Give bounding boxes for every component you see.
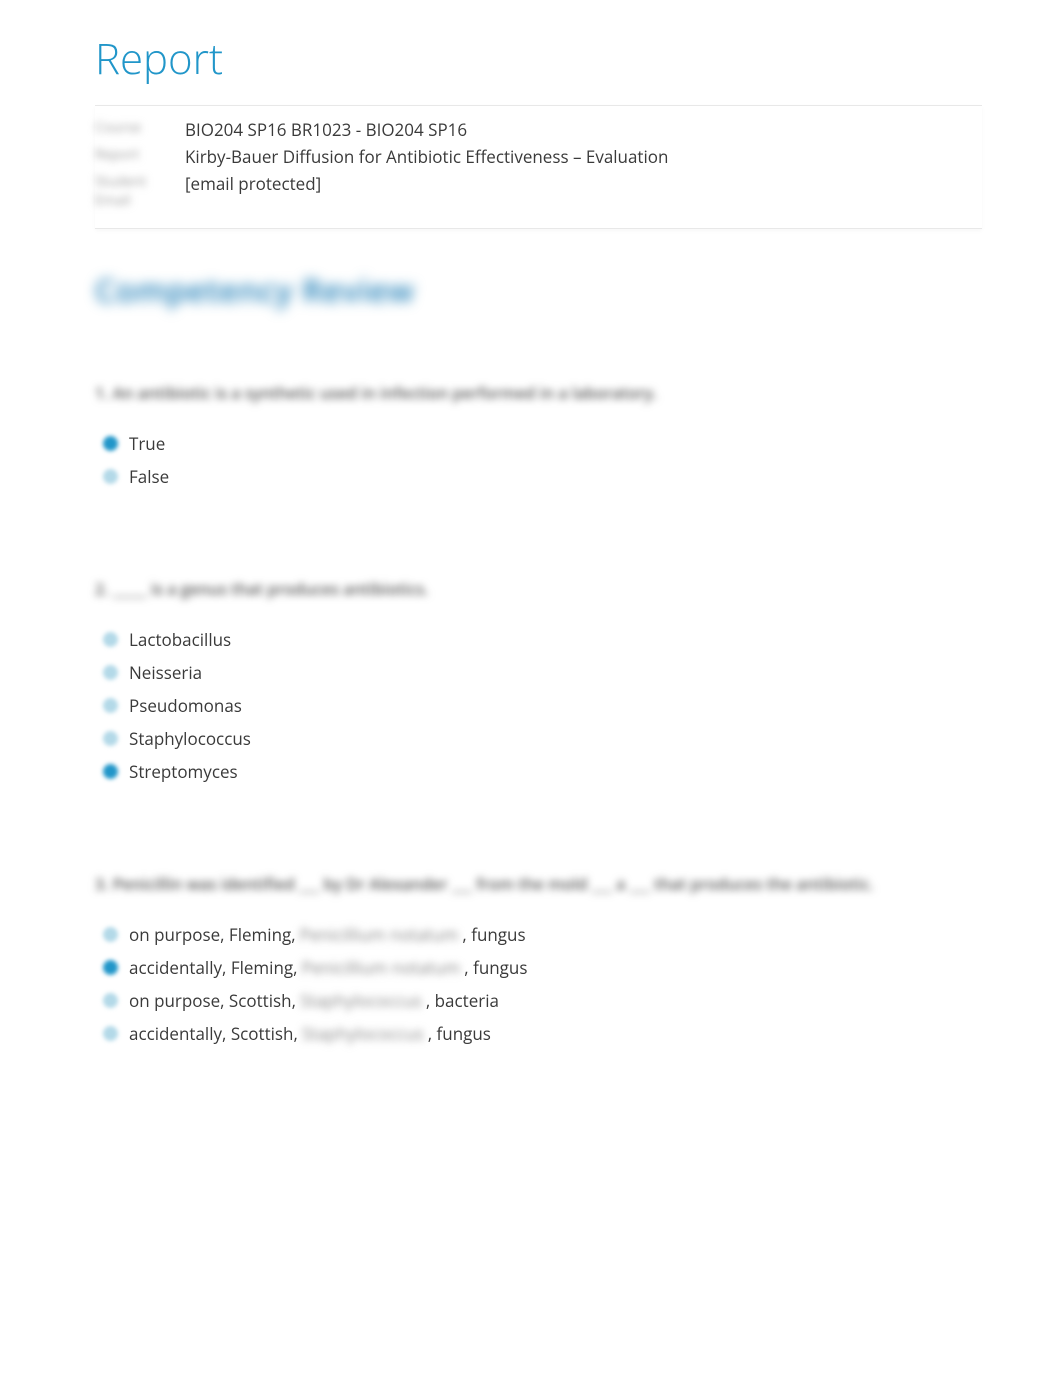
option-part: on purpose, Fleming, xyxy=(129,923,296,946)
options-list: True False xyxy=(95,432,982,488)
question-prompt: 1. An antibiotic is a synthetic used in … xyxy=(95,382,982,404)
option-row[interactable]: True xyxy=(103,432,982,455)
question-prompt: 3. Penicillin was identified ___ by Dr A… xyxy=(95,873,982,895)
radio-icon xyxy=(103,632,118,647)
option-part: on purpose, Scottish, xyxy=(129,989,296,1012)
option-blurred-part: Penicillium notatum xyxy=(300,923,459,946)
question-block-1: 1. An antibiotic is a synthetic used in … xyxy=(95,382,982,488)
option-row[interactable]: False xyxy=(103,465,982,488)
option-part: accidentally, Scottish, xyxy=(129,1022,298,1045)
info-row-email: Student Email [email protected] xyxy=(95,172,982,210)
option-part: , fungus xyxy=(464,956,527,979)
option-part: , bacteria xyxy=(426,989,499,1012)
option-label: Streptomyces xyxy=(129,760,238,783)
option-row[interactable]: on purpose, Scottish, Staphylococcus , b… xyxy=(103,989,982,1012)
course-value: BIO204 SP16 BR1023 - BIO204 SP16 xyxy=(185,118,467,141)
option-label: True xyxy=(129,432,165,455)
radio-icon xyxy=(103,436,118,451)
question-block-3: 3. Penicillin was identified ___ by Dr A… xyxy=(95,873,982,1045)
info-label: Report xyxy=(95,145,185,168)
option-part: accidentally, Fleming, xyxy=(129,956,298,979)
radio-icon xyxy=(103,469,118,484)
option-row[interactable]: accidentally, Scottish, Staphylococcus ,… xyxy=(103,1022,982,1045)
option-label: Neisseria xyxy=(129,661,202,684)
option-part: , fungus xyxy=(428,1022,491,1045)
radio-icon xyxy=(103,731,118,746)
option-blurred-part: Penicillium notatum xyxy=(302,956,461,979)
option-row[interactable]: Pseudomonas xyxy=(103,694,982,717)
header-info-block: Course BIO204 SP16 BR1023 - BIO204 SP16 … xyxy=(95,105,982,229)
option-label: accidentally, Fleming, Penicillium notat… xyxy=(129,956,527,979)
option-blurred-part: Staphylococcus xyxy=(300,989,422,1012)
info-row-course: Course BIO204 SP16 BR1023 - BIO204 SP16 xyxy=(95,118,982,141)
radio-icon xyxy=(103,960,118,975)
option-row[interactable]: on purpose, Fleming, Penicillium notatum… xyxy=(103,923,982,946)
option-row[interactable]: Staphylococcus xyxy=(103,727,982,750)
info-label: Course xyxy=(95,118,185,141)
option-label: Lactobacillus xyxy=(129,628,231,651)
option-blurred-part: Staphylococcus xyxy=(302,1022,424,1045)
radio-icon xyxy=(103,698,118,713)
email-value: [email protected] xyxy=(185,172,321,210)
option-label: Staphylococcus xyxy=(129,727,251,750)
section-title: Competency Review xyxy=(95,269,982,312)
option-row[interactable]: Neisseria xyxy=(103,661,982,684)
info-row-report: Report Kirby-Bauer Diffusion for Antibio… xyxy=(95,145,982,168)
option-label: False xyxy=(129,465,169,488)
option-label: on purpose, Fleming, Penicillium notatum… xyxy=(129,923,526,946)
option-part: , fungus xyxy=(462,923,525,946)
option-row[interactable]: accidentally, Fleming, Penicillium notat… xyxy=(103,956,982,979)
page-title: Report xyxy=(95,30,982,87)
radio-icon xyxy=(103,665,118,680)
report-value: Kirby-Bauer Diffusion for Antibiotic Eff… xyxy=(185,145,668,168)
option-row[interactable]: Lactobacillus xyxy=(103,628,982,651)
question-prompt: 2. _____ is a genus that produces antibi… xyxy=(95,578,982,600)
option-label: on purpose, Scottish, Staphylococcus , b… xyxy=(129,989,499,1012)
option-label: accidentally, Scottish, Staphylococcus ,… xyxy=(129,1022,491,1045)
question-block-2: 2. _____ is a genus that produces antibi… xyxy=(95,578,982,783)
radio-icon xyxy=(103,764,118,779)
info-label: Student Email xyxy=(95,172,185,210)
options-list: on purpose, Fleming, Penicillium notatum… xyxy=(95,923,982,1045)
radio-icon xyxy=(103,993,118,1008)
option-row[interactable]: Streptomyces xyxy=(103,760,982,783)
option-label: Pseudomonas xyxy=(129,694,242,717)
radio-icon xyxy=(103,927,118,942)
options-list: Lactobacillus Neisseria Pseudomonas Stap… xyxy=(95,628,982,783)
radio-icon xyxy=(103,1026,118,1041)
